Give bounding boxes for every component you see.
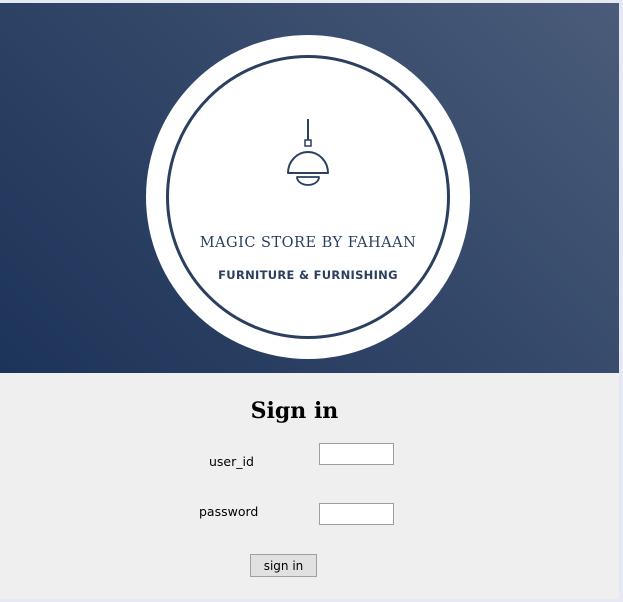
password-label: password xyxy=(199,504,259,519)
logo-ring xyxy=(166,55,450,339)
user-id-input[interactable] xyxy=(319,443,394,465)
brand-name: MAGIC STORE BY FAHAAN xyxy=(199,235,417,251)
sign-in-button[interactable]: sign in xyxy=(250,554,317,577)
login-window: MAGIC STORE BY FAHAAN FURNITURE & FURNIS… xyxy=(0,3,619,599)
store-logo: MAGIC STORE BY FAHAAN FURNITURE & FURNIS… xyxy=(146,35,470,359)
password-input[interactable] xyxy=(319,503,394,525)
user-id-label: user_id xyxy=(209,454,254,469)
brand-banner: MAGIC STORE BY FAHAAN FURNITURE & FURNIS… xyxy=(0,3,619,373)
brand-tagline: FURNITURE & FURNISHING xyxy=(218,268,398,282)
pendant-lamp-icon xyxy=(287,119,329,186)
sign-in-heading: Sign in xyxy=(250,398,339,424)
